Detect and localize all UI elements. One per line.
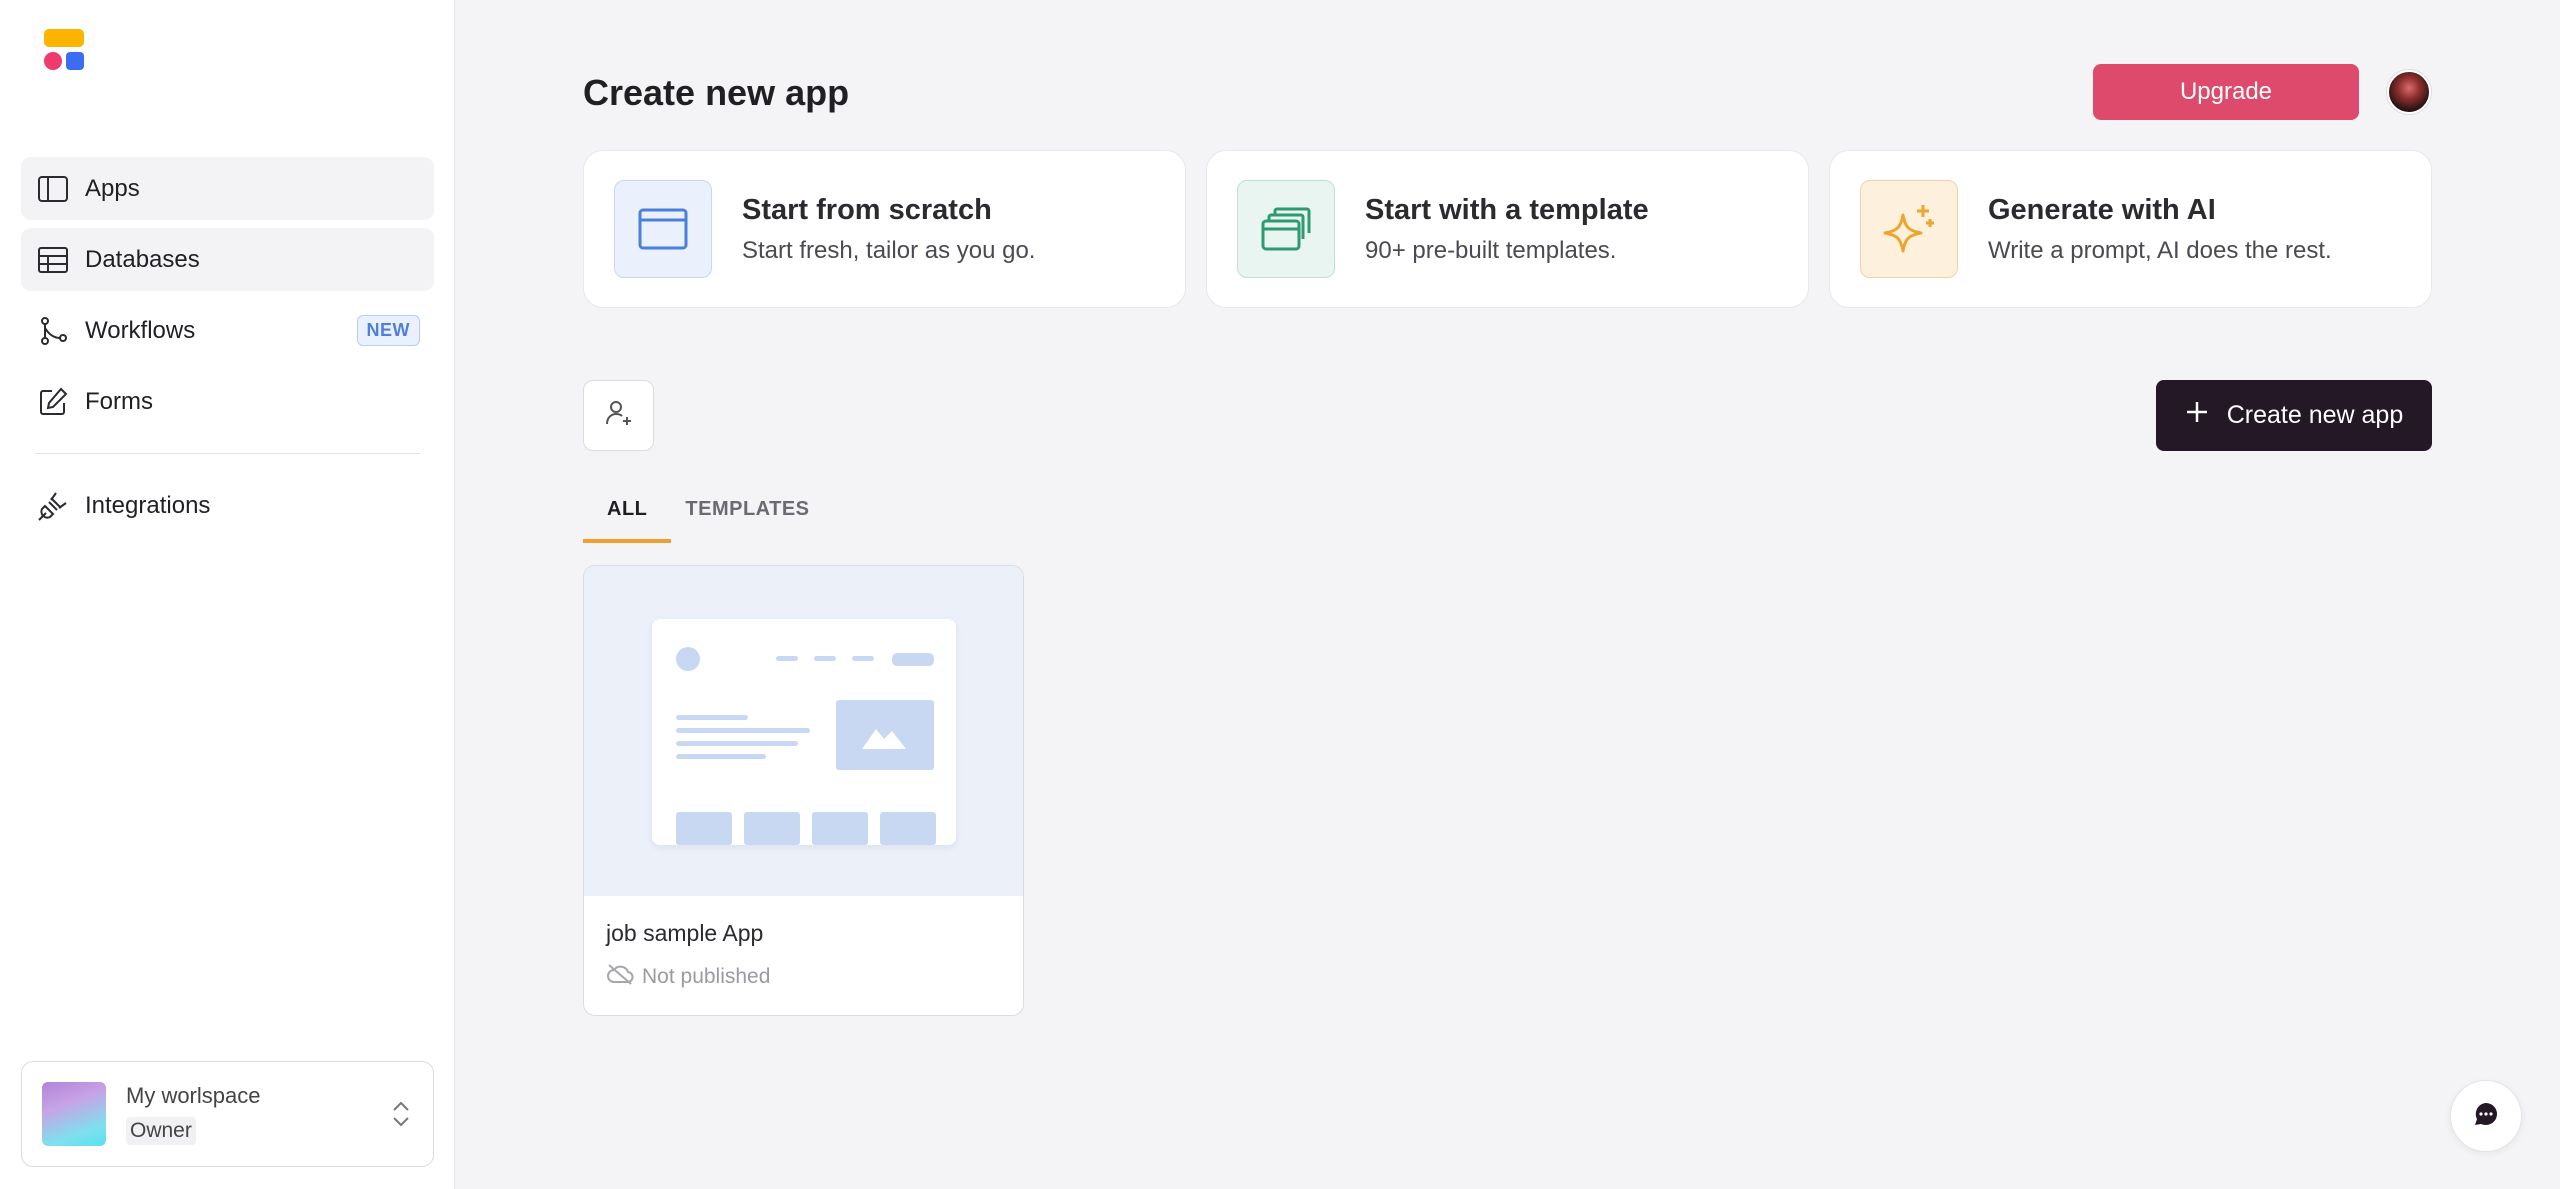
page-title: Create new app	[583, 72, 850, 113]
chat-support-button[interactable]	[2450, 1080, 2522, 1152]
card-title: Generate with AI	[1988, 193, 2216, 226]
sidebar-item-label: Apps	[85, 174, 140, 202]
sidebar-item-forms[interactable]: Forms	[21, 370, 434, 433]
workspace-name: My worlspace	[126, 1083, 261, 1108]
sidebar-item-label: Workflows	[85, 316, 196, 344]
sidebar-nav: Apps Databases Workflows NEW Forms Integ…	[21, 157, 434, 545]
templates-icon	[1237, 180, 1335, 278]
user-avatar[interactable]	[2387, 70, 2431, 114]
table-icon	[37, 244, 69, 276]
sidebar-layout-icon	[37, 173, 69, 205]
app-preview-illustration	[652, 619, 956, 845]
sidebar-item-databases[interactable]: Databases	[21, 228, 434, 291]
sidebar: Apps Databases Workflows NEW Forms Integ…	[0, 0, 455, 1189]
start-from-scratch-card[interactable]: Start from scratch Start fresh, tailor a…	[583, 150, 1186, 308]
card-subtitle: 90+ pre-built templates.	[1365, 236, 1617, 264]
sidebar-item-integrations[interactable]: Integrations	[21, 474, 434, 537]
app-status-label: Not published	[642, 965, 771, 988]
card-title: Start from scratch	[742, 193, 992, 226]
sparkle-icon	[1860, 180, 1958, 278]
sidebar-item-workflows[interactable]: Workflows NEW	[21, 299, 434, 362]
tab-templates[interactable]: TEMPLATES	[671, 486, 833, 543]
plug-icon	[37, 490, 69, 522]
chevron-up-down-icon	[389, 1100, 413, 1128]
app-card[interactable]: job sample App Not published	[583, 565, 1024, 1016]
sidebar-item-label: Integrations	[85, 491, 211, 519]
workspace-role: Owner	[126, 1117, 196, 1145]
start-options: Start from scratch Start fresh, tailor a…	[583, 150, 2432, 308]
sidebar-item-label: Forms	[85, 387, 153, 415]
user-plus-icon	[604, 398, 634, 433]
create-new-app-label: Create new app	[2226, 401, 2404, 429]
chat-bubble-icon	[2473, 1101, 2499, 1132]
sidebar-item-label: Databases	[85, 245, 200, 273]
app-logo[interactable]	[42, 28, 86, 72]
card-subtitle: Write a prompt, AI does the rest.	[1988, 236, 2332, 264]
generate-with-ai-card[interactable]: Generate with AI Write a prompt, AI does…	[1829, 150, 2432, 308]
cloud-off-icon	[606, 963, 634, 991]
card-subtitle: Start fresh, tailor as you go.	[742, 236, 1036, 264]
app-name: job sample App	[606, 920, 764, 946]
window-icon	[614, 180, 712, 278]
new-badge: NEW	[356, 315, 420, 346]
app-thumbnail	[584, 566, 1023, 896]
invite-user-button[interactable]	[583, 380, 654, 451]
app-filter-tabs: ALL TEMPLATES	[583, 486, 834, 543]
tab-all[interactable]: ALL	[583, 486, 672, 543]
edit-form-icon	[37, 386, 69, 418]
card-title: Start with a template	[1365, 193, 1649, 226]
workflow-icon	[37, 315, 69, 347]
upgrade-button[interactable]: Upgrade	[2093, 64, 2359, 120]
plus-icon	[2185, 400, 2209, 431]
workspace-avatar	[42, 1082, 106, 1146]
sidebar-item-apps[interactable]: Apps	[21, 157, 434, 220]
create-new-app-button[interactable]: Create new app	[2156, 380, 2432, 451]
sidebar-divider	[35, 453, 420, 454]
start-with-template-card[interactable]: Start with a template 90+ pre-built temp…	[1206, 150, 1809, 308]
workspace-switcher[interactable]: My worlspace Owner	[21, 1061, 434, 1167]
app-status: Not published	[606, 963, 770, 991]
